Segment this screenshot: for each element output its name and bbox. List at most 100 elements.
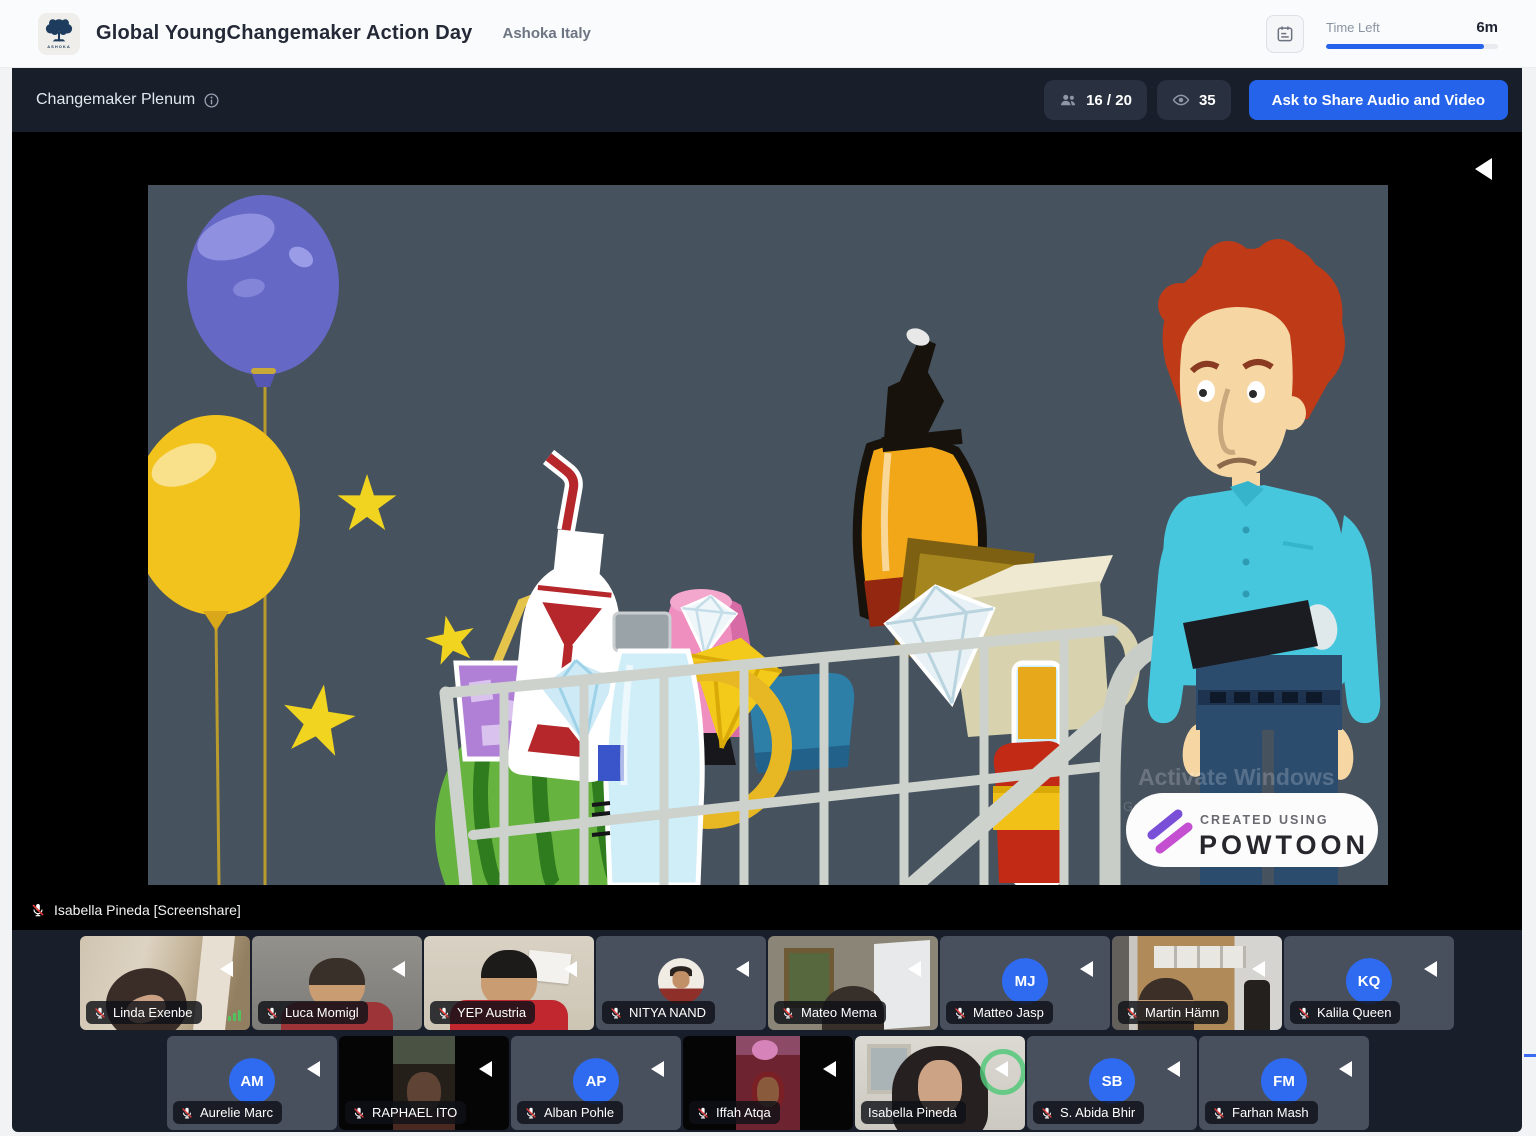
mic-muted-icon [1125, 1006, 1139, 1020]
calendar-button[interactable] [1266, 15, 1304, 53]
participant-name: Luca Momigl [285, 1005, 359, 1020]
participant-nameplate: Kalila Queen [1290, 1001, 1400, 1024]
stage: Activate Windows Go to Settings to activ… [12, 132, 1522, 930]
mic-muted-icon [609, 1006, 623, 1020]
participant-name: Mateo Mema [801, 1005, 877, 1020]
participant-name: YEP Austria [457, 1005, 526, 1020]
room-bar: Changemaker Plenum 16 / 20 35 Ask to Sha… [12, 68, 1522, 132]
tile-volume-icon[interactable] [733, 960, 751, 978]
participant-name: Kalila Queen [1317, 1005, 1391, 1020]
tile-volume-icon[interactable] [1164, 1060, 1182, 1078]
participant-tile[interactable]: SBS. Abida Bhir [1027, 1036, 1197, 1130]
participant-nameplate: YEP Austria [430, 1001, 535, 1024]
participant-row-1: Linda Exenbe Luca Momigl YEP Austria NITYA … [80, 936, 1454, 1030]
tile-volume-icon[interactable] [304, 1060, 322, 1078]
tile-volume-icon[interactable] [648, 1060, 666, 1078]
stage-volume-icon[interactable] [1475, 158, 1492, 180]
tile-volume-icon[interactable] [820, 1060, 838, 1078]
participant-tile[interactable]: FMFarhan Mash [1199, 1036, 1369, 1130]
ashoka-logo: ASHOKA [38, 13, 80, 55]
photo-avatar [658, 958, 704, 1004]
participant-tile[interactable]: Luca Momigl [252, 936, 422, 1030]
app-header: ASHOKA Global YoungChangemaker Action Da… [0, 0, 1536, 68]
mic-muted-icon [953, 1006, 967, 1020]
calendar-icon [1275, 24, 1295, 44]
page-title: Global YoungChangemaker Action Day [96, 22, 473, 45]
participant-tile[interactable]: AMAurelie Marc [167, 1036, 337, 1130]
video-scene-layer [752, 1040, 778, 1060]
participant-nameplate: Isabella Pineda [861, 1101, 966, 1124]
mic-muted-icon [437, 1006, 451, 1020]
mic-muted-icon [265, 1006, 279, 1020]
tile-volume-icon[interactable] [1249, 960, 1267, 978]
viewers-count-badge[interactable]: 35 [1157, 80, 1231, 120]
ask-to-share-button[interactable]: Ask to Share Audio and Video [1249, 80, 1508, 120]
screenshare-video[interactable]: Activate Windows Go to Settings to activ… [148, 185, 1388, 885]
participant-tile[interactable]: Martin Hämn [1112, 936, 1282, 1030]
mic-muted-icon [524, 1106, 538, 1120]
participant-nameplate: Matteo Jasp [946, 1001, 1053, 1024]
participants-count-badge[interactable]: 16 / 20 [1044, 80, 1147, 120]
participant-name: NITYA NAND [629, 1005, 706, 1020]
participant-nameplate: Linda Exenbe [86, 1001, 202, 1024]
participant-tile[interactable]: Mateo Mema [768, 936, 938, 1030]
mic-muted-icon [30, 902, 46, 918]
participant-nameplate: Mateo Mema [774, 1001, 886, 1024]
participant-name: RAPHAEL ITO [372, 1105, 457, 1120]
tile-volume-icon[interactable] [1077, 960, 1095, 978]
tile-volume-icon[interactable] [905, 960, 923, 978]
page-subtitle: Ashoka Italy [503, 25, 591, 42]
mic-muted-icon [781, 1006, 795, 1020]
mic-muted-icon [1297, 1006, 1311, 1020]
participant-tile[interactable]: YEP Austria [424, 936, 594, 1030]
powtoon-badge: CREATED USING POWTOON [1126, 793, 1378, 867]
participant-name: Aurelie Marc [200, 1105, 273, 1120]
participant-nameplate: NITYA NAND [602, 1001, 715, 1024]
video-scene-layer [1244, 980, 1270, 1030]
initials-avatar: FM [1261, 1058, 1307, 1104]
participant-nameplate: Aurelie Marc [173, 1101, 282, 1124]
tile-volume-icon[interactable] [389, 960, 407, 978]
room-name: Changemaker Plenum [36, 91, 220, 109]
tile-volume-icon-speaking[interactable] [992, 1060, 1010, 1078]
participant-name: Martin Hämn [1145, 1005, 1219, 1020]
tile-volume-icon[interactable] [476, 1060, 494, 1078]
video-scene-layer [1154, 946, 1246, 968]
mic-muted-icon [352, 1106, 366, 1120]
watermark-text: Activate Windows [1138, 764, 1335, 790]
time-progress-fill [1326, 44, 1484, 49]
initials-avatar: AM [229, 1058, 275, 1104]
participant-name: Alban Pohle [544, 1105, 614, 1120]
eye-icon [1172, 91, 1190, 109]
time-left-value: 6m [1476, 19, 1498, 36]
participant-tile[interactable]: Linda Exenbe [80, 936, 250, 1030]
people-icon [1059, 91, 1077, 109]
participant-tile[interactable]: RAPHAEL ITO [339, 1036, 509, 1130]
tile-volume-icon[interactable] [1336, 1060, 1354, 1078]
participant-nameplate: Martin Hämn [1118, 1001, 1228, 1024]
info-icon[interactable] [203, 92, 220, 109]
initials-avatar: AP [573, 1058, 619, 1104]
time-progress-track [1326, 44, 1498, 49]
initials-avatar: KQ [1346, 958, 1392, 1004]
video-scene-layer [481, 950, 537, 1006]
participant-name: Isabella Pineda [868, 1105, 957, 1120]
participant-tile[interactable]: MJMatteo Jasp [940, 936, 1110, 1030]
participant-tile[interactable]: APAlban Pohle [511, 1036, 681, 1130]
mic-muted-icon [1040, 1106, 1054, 1120]
participant-nameplate: Farhan Mash [1205, 1101, 1318, 1124]
tile-volume-icon[interactable] [1421, 960, 1439, 978]
mic-muted-icon [696, 1106, 710, 1120]
participant-tile[interactable]: Iffah Atqa [683, 1036, 853, 1130]
room-name-label: Changemaker Plenum [36, 91, 195, 109]
participant-name: Matteo Jasp [973, 1005, 1044, 1020]
participant-tile[interactable]: Isabella Pineda [855, 1036, 1025, 1130]
participant-tile[interactable]: KQKalila Queen [1284, 936, 1454, 1030]
time-left-label: Time Left [1326, 20, 1380, 35]
participant-tile[interactable]: NITYA NAND [596, 936, 766, 1030]
screenshare-label-text: Isabella Pineda [Screenshare] [54, 902, 241, 918]
mic-muted-icon [93, 1006, 107, 1020]
tile-volume-icon[interactable] [217, 960, 235, 978]
participant-nameplate: Iffah Atqa [689, 1101, 780, 1124]
tile-volume-icon[interactable] [561, 960, 579, 978]
